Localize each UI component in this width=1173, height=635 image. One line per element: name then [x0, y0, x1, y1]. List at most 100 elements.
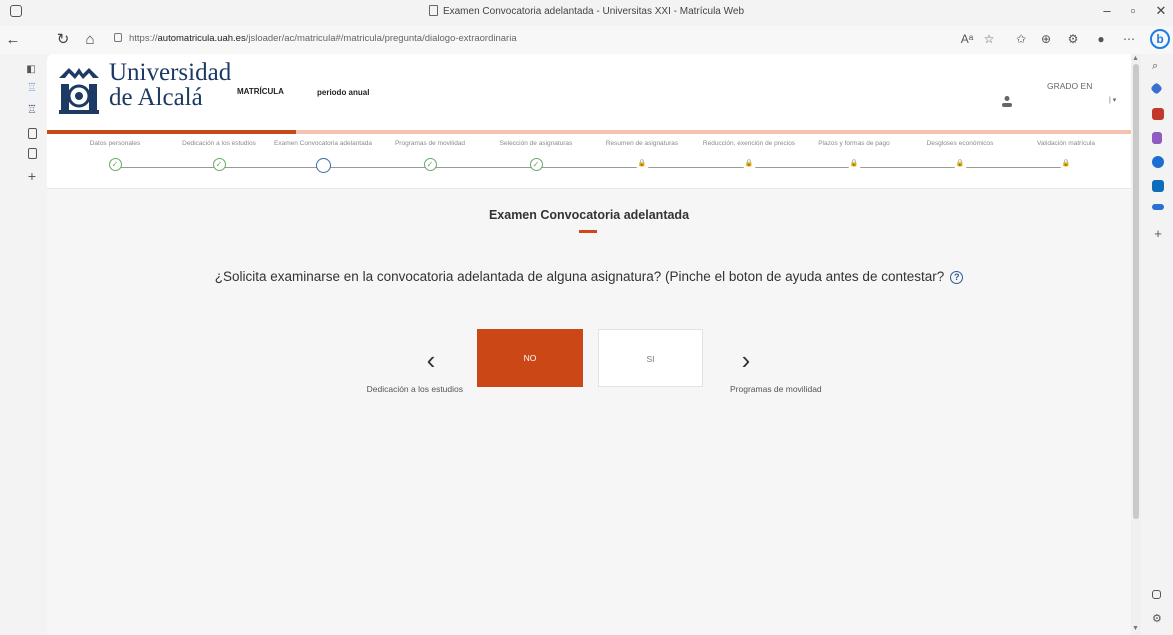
edge-sidebar: ⌕ + ⚙ — [1143, 54, 1173, 635]
games-icon[interactable] — [1152, 132, 1162, 144]
check-icon: ✓ — [529, 158, 543, 171]
next-chevron-icon[interactable]: › — [736, 345, 756, 376]
question-text: ¿Solicita examinarse en la convocatoria … — [47, 269, 1131, 284]
step-label: Programas de movilidad — [394, 140, 466, 147]
more-icon[interactable]: ⋯ — [1120, 32, 1138, 46]
address-bar: ← ↻ ⌂ https://automatricula.uah.es/jsloa… — [0, 26, 1173, 54]
step-examen-convocatoria[interactable]: Examen Convocatoria adelantada — [273, 140, 373, 173]
help-icon[interactable]: ? — [950, 271, 964, 284]
step-label: Validación matrícula — [1036, 140, 1096, 147]
back-icon[interactable]: ← — [3, 31, 23, 49]
check-icon: ✓ — [423, 158, 437, 171]
tab-actions-icon[interactable]: ◧ — [25, 64, 37, 76]
title-underline — [579, 230, 597, 233]
lock-icon: 🔒 — [742, 158, 756, 171]
question-label: ¿Solicita examinarse en la convocatoria … — [214, 269, 945, 284]
tab-page-icon[interactable] — [28, 148, 37, 159]
step-plazos-pago: Plazos y formas de pago 🔒 — [804, 140, 904, 171]
tools-icon[interactable] — [1152, 108, 1164, 120]
university-seal-icon — [59, 68, 99, 114]
step-resumen-asignaturas: Resumen de asignaturas 🔒 — [592, 140, 692, 171]
minimize-icon[interactable]: – — [1096, 3, 1118, 18]
step-seleccion-asignaturas[interactable]: Selección de asignaturas ✓ — [486, 140, 586, 171]
step-dedicacion[interactable]: Dedicación a los estudios ✓ — [169, 140, 269, 171]
step-label: Selección de asignaturas — [499, 140, 573, 147]
lock-icon: 🔒 — [1059, 158, 1073, 171]
university-logo-text: Universidad de Alcalá — [109, 60, 231, 110]
no-button[interactable]: NO — [477, 329, 583, 387]
tab-favicon-icon[interactable]: ♖ — [26, 82, 38, 94]
favorites-icon[interactable]: ✩ — [1012, 32, 1030, 46]
url-prefix: https:// — [129, 33, 158, 44]
si-button[interactable]: SI — [598, 329, 703, 387]
tab-favicon-icon[interactable]: ♖ — [26, 104, 38, 116]
window-title: Examen Convocatoria adelantada - Univers… — [0, 5, 1173, 17]
restore-icon[interactable]: ▫ — [1122, 3, 1144, 18]
refresh-icon[interactable]: ↻ — [53, 31, 73, 49]
prev-step-link[interactable]: Dedicación a los estudios — [363, 383, 463, 395]
header-matricula: MATRÍCULA — [237, 87, 284, 96]
step-label: Plazos y formas de pago — [818, 140, 890, 147]
step-reduccion-exencion: Reducción, exención de precios 🔒 — [699, 140, 799, 171]
scroll-up-icon[interactable]: ▲ — [1132, 55, 1139, 62]
step-label: Resumen de asignaturas — [605, 140, 679, 147]
url-host: automatricula.uah.es — [157, 33, 246, 44]
close-icon[interactable]: ✕ — [1150, 3, 1172, 19]
home-icon[interactable]: ⌂ — [80, 31, 100, 49]
step-validacion-matricula: Validación matrícula 🔒 — [1016, 140, 1116, 171]
degree-dropdown-chevron-icon[interactable]: | ▾ — [1109, 96, 1116, 104]
window-title-text: Examen Convocatoria adelantada - Univers… — [442, 6, 745, 17]
favorite-star-icon[interactable]: ☆ — [980, 32, 998, 46]
shopping-icon[interactable] — [1150, 82, 1163, 95]
scrollbar-thumb[interactable] — [1133, 64, 1139, 519]
profile-icon[interactable]: ● — [1092, 32, 1110, 46]
header-periodo: periodo anual — [317, 88, 370, 97]
step-label: Dedicación a los estudios — [182, 140, 256, 147]
search-icon[interactable]: ⌕ — [1152, 60, 1164, 72]
collections-icon[interactable]: ⊕ — [1037, 32, 1055, 46]
lock-icon: 🔒 — [635, 158, 649, 171]
new-tab-icon[interactable]: + — [26, 169, 38, 183]
step-desgloses-economicos: Desgloses económicos 🔒 — [910, 140, 1010, 171]
send-icon[interactable] — [1152, 204, 1164, 210]
url-field[interactable]: https://automatricula.uah.es/jsloader/ac… — [114, 33, 517, 44]
site-header: Universidad de Alcalá MATRÍCULA periodo a… — [47, 54, 1131, 130]
tab-page-icon[interactable] — [28, 128, 37, 139]
settings-gear-icon[interactable]: ⚙ — [1152, 612, 1164, 625]
page-viewport: Universidad de Alcalá MATRÍCULA periodo a… — [47, 54, 1141, 635]
extensions-icon[interactable]: ⚙ — [1064, 32, 1082, 46]
outlook-icon[interactable] — [1152, 180, 1164, 192]
read-aloud-icon[interactable]: Aᵃ — [958, 32, 976, 46]
step-programas-movilidad[interactable]: Programas de movilidad ✓ — [380, 140, 480, 171]
current-step-circle-icon — [315, 158, 331, 173]
page-title: Examen Convocatoria adelantada — [488, 208, 690, 222]
vertical-tabs: ◧ ♖ ♖ + — [0, 54, 47, 635]
check-icon: ✓ — [108, 158, 122, 171]
office-icon[interactable] — [1152, 156, 1164, 168]
lock-icon — [114, 33, 122, 42]
step-datos-personales[interactable]: Datos personales ✓ — [65, 140, 165, 171]
logo-line-2: de Alcalá — [109, 84, 203, 111]
title-bar: Examen Convocatoria adelantada - Univers… — [0, 0, 1173, 26]
prev-chevron-icon[interactable]: ‹ — [421, 345, 441, 376]
page-icon — [428, 5, 438, 16]
check-icon: ✓ — [212, 158, 226, 171]
lock-icon: 🔒 — [953, 158, 967, 171]
bing-copilot-icon[interactable]: b — [1150, 29, 1170, 49]
lock-icon: 🔒 — [847, 158, 861, 171]
page-scrollbar[interactable]: ▲ ▼ — [1131, 54, 1141, 635]
next-step-link[interactable]: Programas de movilidad — [730, 383, 830, 395]
scroll-down-icon[interactable]: ▼ — [1132, 625, 1139, 632]
user-icon[interactable] — [1001, 95, 1013, 107]
sidebar-toggle-icon[interactable] — [1152, 590, 1161, 599]
add-sidebar-icon[interactable]: + — [1152, 226, 1164, 241]
step-label: Reducción, exención de precios — [702, 140, 796, 147]
degree-label[interactable]: GRADO EN — [1047, 81, 1092, 91]
logo-line-1: Universidad — [109, 59, 232, 86]
step-label: Desgloses económicos — [926, 140, 994, 147]
step-label: Datos personales — [89, 140, 141, 147]
wizard-steps: Datos personales ✓ Dedicación a los estud… — [47, 134, 1131, 189]
step-label: Examen Convocatoria adelantada — [274, 140, 372, 147]
browser-window: Examen Convocatoria adelantada - Univers… — [0, 0, 1173, 635]
url-path: /jsloader/ac/matricula#/matricula/pregun… — [245, 33, 517, 44]
